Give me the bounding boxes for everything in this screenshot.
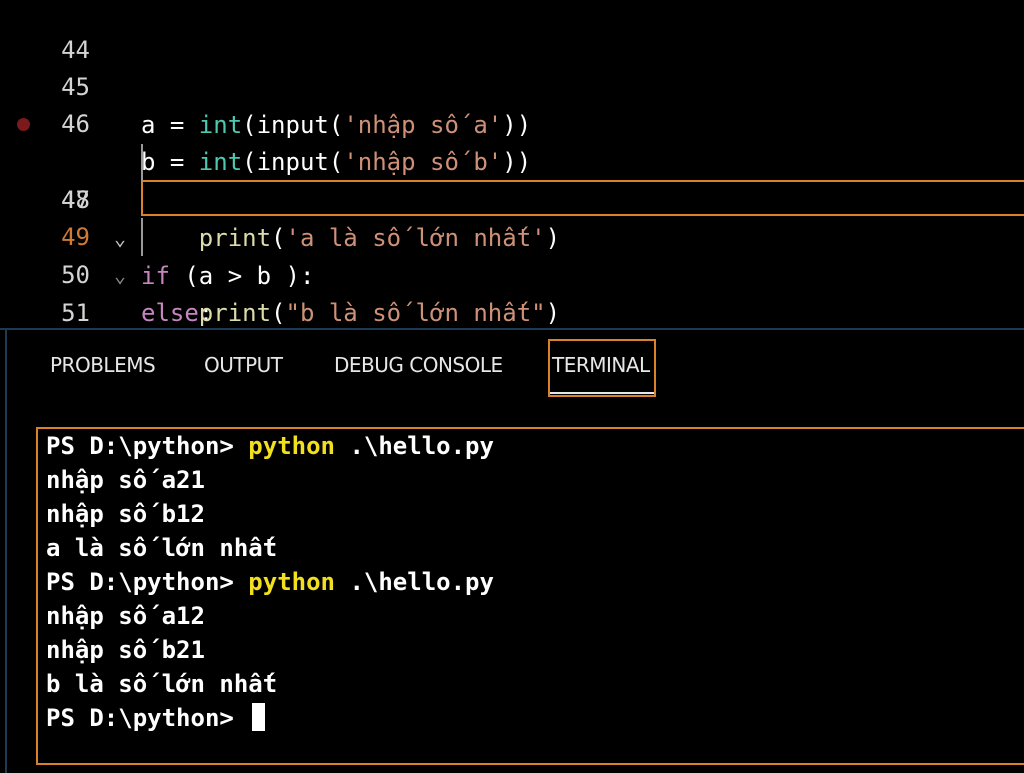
tab-output[interactable]: OUTPUT	[204, 353, 283, 377]
code-token: )	[545, 299, 561, 327]
terminal[interactable]: PS D:\python> python .\hello.py nhập số …	[36, 427, 1024, 765]
terminal-prompt: PS D:\python>	[46, 704, 249, 732]
terminal-prompt: PS D:\python>	[46, 432, 249, 460]
code-line[interactable]: 46 b = int(input('nhập số b'))	[0, 67, 1024, 176]
code-line[interactable]: 47 ⌄ if (a > b ):	[0, 105, 1024, 290]
terminal-cursor	[252, 703, 266, 731]
code-line[interactable]: 49 ⌄ else:	[0, 180, 1024, 327]
terminal-prompt: PS D:\python>	[46, 568, 249, 596]
terminal-line: nhập số a12	[46, 602, 205, 630]
code-text: print("b là số lớn nhất")	[141, 294, 560, 328]
tab-terminal[interactable]: TERMINAL	[552, 353, 650, 377]
terminal-line: nhập số b12	[46, 500, 205, 528]
code-line[interactable]: 48 print('a là số lớn nhất')	[0, 143, 1024, 252]
terminal-command: python	[248, 568, 335, 596]
terminal-args: .\hello.py	[335, 568, 494, 596]
line-number[interactable]: 51	[30, 294, 90, 328]
panel-tab-bar: PROBLEMS OUTPUT DEBUG CONSOLE TERMINAL	[0, 331, 1024, 401]
terminal-line: PS D:\python> python .\hello.py	[46, 565, 494, 599]
code-line[interactable]: 51	[0, 256, 1024, 327]
active-tab-indicator	[550, 392, 654, 394]
breakpoint-dot[interactable]	[17, 118, 30, 131]
terminal-command: python	[248, 432, 335, 460]
code-line[interactable]: 50 print("b là số lớn nhất")	[0, 218, 1024, 327]
code-token: "b là số lớn nhất"	[285, 299, 546, 327]
tab-problems[interactable]: PROBLEMS	[50, 353, 156, 377]
terminal-line: b là số lớn nhất	[46, 670, 278, 698]
panel-divider[interactable]	[0, 328, 1024, 330]
tab-debug-console[interactable]: DEBUG CONSOLE	[334, 353, 503, 377]
terminal-args: .\hello.py	[335, 432, 494, 460]
terminal-line: nhập số a21	[46, 466, 205, 494]
code-editor[interactable]: 44 45 a = int(input('nhập số a')) 46 b =…	[0, 0, 1024, 328]
code-token: (	[271, 299, 286, 327]
code-line[interactable]: 45 a = int(input('nhập số a'))	[0, 30, 1024, 139]
code-line[interactable]: 44	[0, 0, 1024, 64]
terminal-line[interactable]: PS D:\python>	[46, 701, 266, 735]
terminal-line: a là số lớn nhất	[46, 534, 278, 562]
code-token: print	[198, 299, 272, 327]
terminal-line: PS D:\python> python .\hello.py	[46, 429, 494, 463]
terminal-line: nhập số b21	[46, 636, 205, 664]
